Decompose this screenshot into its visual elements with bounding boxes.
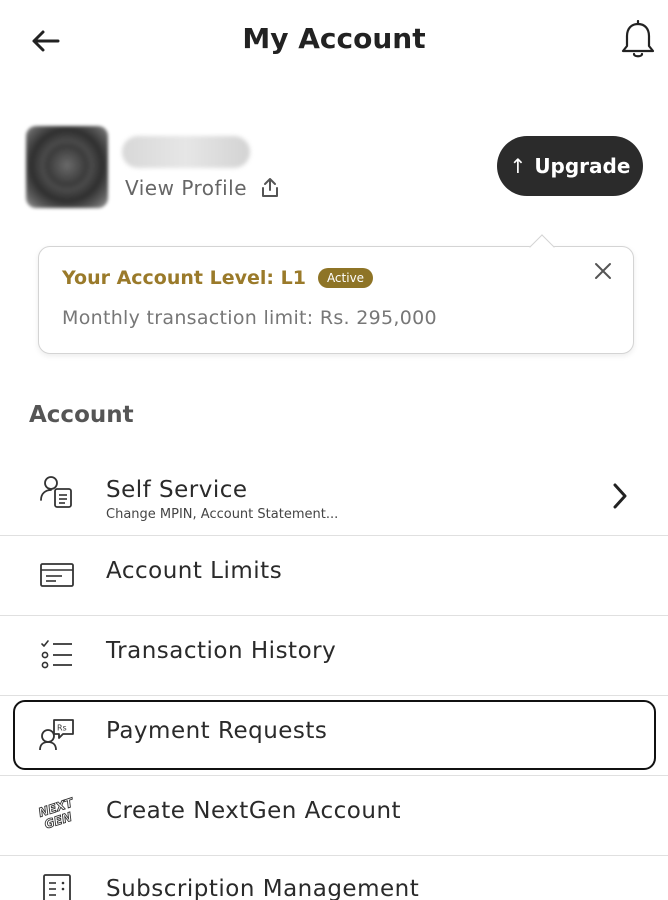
view-profile-link[interactable]: View Profile [125, 176, 281, 200]
app-header: My Account [0, 0, 668, 84]
account-limits-icon [40, 563, 74, 587]
up-arrow-icon: ↑ [509, 154, 527, 178]
status-badge: Active [317, 268, 374, 288]
bell-icon[interactable] [620, 20, 656, 60]
menu-item-account-limits[interactable]: Account Limits [0, 536, 668, 616]
account-level-row: Your Account Level: L1 Active [62, 267, 374, 289]
menu-label: Self Service [106, 477, 248, 503]
profile-name-redacted [122, 136, 250, 168]
nextgen-icon: NEXT GEN [36, 795, 76, 832]
transaction-history-icon [41, 640, 72, 669]
upgrade-label: Upgrade [534, 154, 631, 178]
menu-label: Account Limits [106, 558, 283, 584]
section-title-account: Account [29, 402, 134, 428]
subscription-icon [43, 874, 71, 900]
account-level-card: Your Account Level: L1 Active Monthly tr… [38, 246, 634, 354]
selection-highlight [13, 700, 656, 770]
self-service-icon [40, 476, 72, 508]
avatar[interactable] [26, 126, 108, 208]
menu-label: Subscription Management [106, 876, 420, 900]
close-icon[interactable] [591, 259, 615, 283]
menu-item-transaction-history[interactable]: Transaction History [0, 616, 668, 696]
transaction-limit-text: Monthly transaction limit: Rs. 295,000 [62, 307, 437, 329]
chevron-right-icon [613, 483, 627, 509]
menu-sublabel: Change MPIN, Account Statement... [106, 507, 339, 522]
account-level-title: Your Account Level: L1 [62, 267, 306, 289]
page-title: My Account [242, 22, 426, 55]
view-profile-label: View Profile [125, 176, 248, 200]
upgrade-button[interactable]: ↑ Upgrade [497, 136, 643, 196]
menu-label: Create NextGen Account [106, 798, 402, 824]
menu-item-subscription-management[interactable]: Subscription Management [0, 856, 668, 900]
menu-item-self-service[interactable]: Self Service Change MPIN, Account Statem… [0, 456, 668, 536]
menu-label: Transaction History [106, 638, 337, 664]
menu-item-create-nextgen-account[interactable]: NEXT GEN Create NextGen Account [0, 776, 668, 856]
share-icon[interactable] [259, 177, 281, 199]
